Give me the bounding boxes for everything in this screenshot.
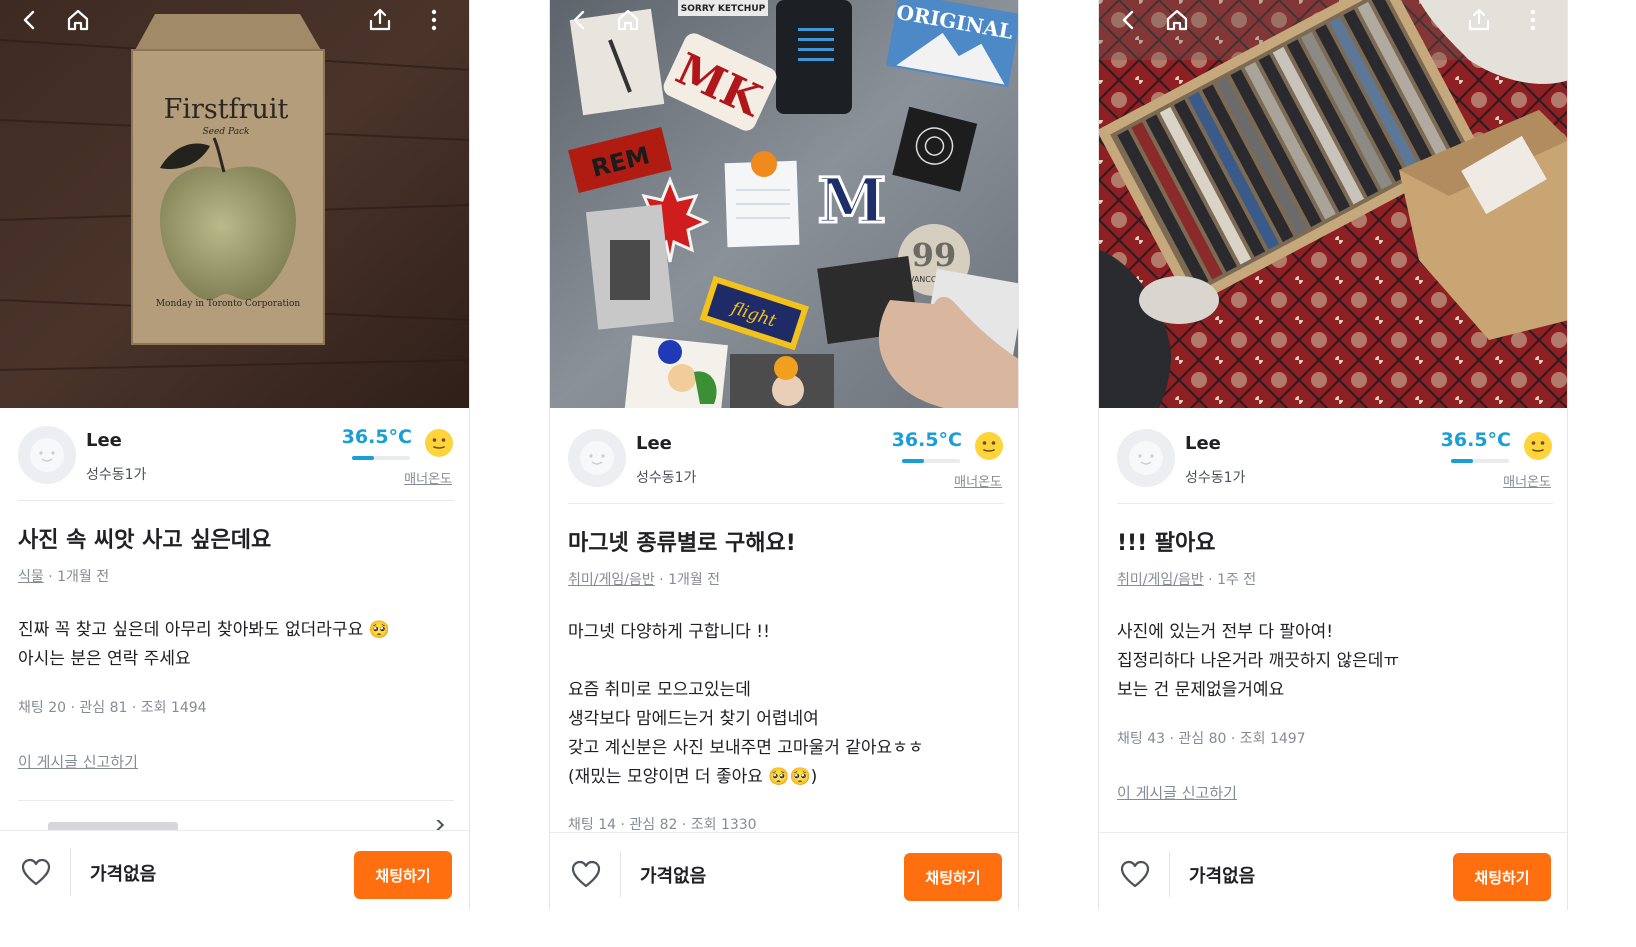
- bottom-action-bar: 가격없음 채팅하기: [0, 830, 469, 910]
- body-line: 집정리하다 나온거라 깨끗하지 않은데ㅠ: [1117, 651, 1400, 671]
- screen-3: Lee 성수동1가 36.5°C 매너온도 !!! 팔아요 취미/게임/음반 ·…: [1098, 0, 1568, 910]
- body-line: [568, 647, 923, 676]
- price-label: 가격없음: [640, 866, 707, 887]
- seller-profile[interactable]: Lee 성수동1가 36.5°C 매너온도: [568, 429, 1004, 499]
- manner-temperature-link[interactable]: 매너온도: [954, 471, 1002, 490]
- seller-profile[interactable]: Lee 성수동1가 36.5°C 매너온도: [18, 426, 454, 496]
- top-app-bar: [0, 0, 469, 40]
- seller-region: 성수동1가: [1185, 470, 1246, 486]
- manner-temperature-link[interactable]: 매너온도: [1503, 471, 1551, 490]
- post-time: · 1개월 전: [43, 569, 110, 585]
- temperature-bar: [1451, 459, 1509, 463]
- post-body: 마그넷 다양하게 구합니다 !! 요즘 취미로 모으고있는데 생각보다 맘에드는…: [568, 618, 923, 792]
- category-link[interactable]: 식물: [18, 569, 44, 585]
- back-arrow-icon[interactable]: [1113, 4, 1145, 36]
- body-line: 갖고 계신분은 사진 보내주면 고마울거 같아요ㅎㅎ: [568, 738, 924, 758]
- post-title: 사진 속 씨앗 사고 싶은데요: [18, 528, 272, 553]
- top-app-bar: [1099, 0, 1567, 40]
- report-link[interactable]: 이 게시글 신고하기: [18, 751, 138, 772]
- chat-button[interactable]: 채팅하기: [354, 851, 452, 899]
- back-arrow-icon[interactable]: [564, 4, 596, 36]
- next-section-peek: [18, 820, 454, 830]
- manner-temperature-link[interactable]: 매너온도: [404, 468, 452, 487]
- share-icon[interactable]: [1463, 4, 1495, 36]
- temperature-bar: [352, 456, 410, 460]
- seed-maker-text: Monday in Toronto Corporation: [156, 299, 301, 309]
- body-line: 진짜 꼭 찾고 싶은데 아무리 찾아봐도 없더라구요 🥺: [18, 620, 390, 640]
- smiley-face-icon: [425, 429, 453, 457]
- seller-region: 성수동1가: [86, 467, 147, 483]
- body-line: (재밌는 모양이면 더 좋아요 🥺🥺): [568, 767, 818, 787]
- post-stats: 채팅 14 · 관심 82 · 조회 1330: [568, 817, 757, 833]
- temperature-bar: [902, 459, 960, 463]
- price-label: 가격없음: [90, 864, 157, 885]
- seed-sub-text: Seed Pack: [203, 127, 250, 137]
- chat-button[interactable]: 채팅하기: [1453, 853, 1551, 901]
- screen-1: Firstfruit Seed Pack Monday in Toronto C…: [0, 0, 470, 910]
- screen-2: SORRY KETCHUP ORIGINAL MK REM M 99 VANCO…: [549, 0, 1019, 910]
- body-line: 요즘 취미로 모으고있는데: [568, 680, 751, 700]
- home-icon[interactable]: [612, 4, 644, 36]
- body-line: 보는 건 문제없을거예요: [1117, 680, 1285, 700]
- manner-temperature: 36.5°C: [891, 429, 962, 451]
- chat-button[interactable]: 채팅하기: [904, 853, 1002, 901]
- post-stats: 채팅 43 · 관심 80 · 조회 1497: [1117, 731, 1306, 747]
- avatar[interactable]: [568, 429, 626, 487]
- product-photo[interactable]: [1099, 0, 1567, 408]
- home-icon[interactable]: [62, 4, 94, 36]
- post-meta: 취미/게임/음반 · 1개월 전: [568, 569, 720, 589]
- divider: [18, 800, 454, 801]
- product-photo[interactable]: Firstfruit Seed Pack Monday in Toronto C…: [0, 0, 469, 408]
- body-line: 마그넷 다양하게 구합니다 !!: [568, 622, 770, 642]
- price-label: 가격없음: [1189, 866, 1256, 887]
- divider: [568, 503, 1004, 504]
- body-line: 사진에 있는거 전부 다 팔아여!: [1117, 622, 1334, 642]
- avatar[interactable]: [1117, 429, 1175, 487]
- magnet-99-text: 99: [912, 236, 957, 274]
- post-title: !!! 팔아요: [1117, 531, 1216, 556]
- share-icon[interactable]: [364, 4, 396, 36]
- more-vertical-icon[interactable]: [418, 4, 450, 36]
- home-icon[interactable]: [1161, 4, 1193, 36]
- smiley-face-icon: [1524, 432, 1552, 460]
- product-photo[interactable]: SORRY KETCHUP ORIGINAL MK REM M 99 VANCO…: [550, 0, 1018, 408]
- post-meta: 취미/게임/음반 · 1주 전: [1117, 569, 1256, 589]
- post-time: · 1주 전: [1203, 572, 1257, 588]
- body-line: 생각보다 맘에드는거 찾기 어렵네여: [568, 709, 819, 729]
- seller-name: Lee: [1185, 433, 1221, 454]
- post-body: 사진에 있는거 전부 다 팔아여! 집정리하다 나온거라 깨끗하지 않은데ㅠ 보…: [1117, 618, 1399, 705]
- bottom-action-bar: 가격없음 채팅하기: [1099, 832, 1567, 910]
- divider: [1169, 851, 1170, 897]
- bottom-action-bar: 가격없음 채팅하기: [550, 832, 1018, 910]
- heart-icon[interactable]: [570, 859, 602, 889]
- manner-temperature: 36.5°C: [1440, 429, 1511, 451]
- back-arrow-icon[interactable]: [14, 4, 46, 36]
- seed-brand-text: Firstfruit: [164, 94, 289, 125]
- top-app-bar: [550, 0, 1018, 40]
- report-link[interactable]: 이 게시글 신고하기: [1117, 782, 1237, 803]
- category-link[interactable]: 취미/게임/음반: [1117, 572, 1204, 588]
- post-time: · 1개월 전: [654, 572, 721, 588]
- post-stats: 채팅 20 · 관심 81 · 조회 1494: [18, 700, 207, 716]
- divider: [18, 500, 454, 501]
- smiley-face-icon: [975, 432, 1003, 460]
- manner-temperature: 36.5°C: [341, 426, 412, 448]
- divider: [70, 849, 71, 895]
- magnet-m-text: M: [818, 164, 887, 237]
- post-title: 마그넷 종류별로 구해요!: [568, 531, 796, 556]
- post-body: 진짜 꼭 찾고 싶은데 아무리 찾아봐도 없더라구요 🥺 아시는 분은 연락 주…: [18, 616, 390, 674]
- post-meta: 식물 · 1개월 전: [18, 566, 109, 586]
- heart-icon[interactable]: [20, 857, 52, 887]
- heart-icon[interactable]: [1119, 859, 1151, 889]
- more-vertical-icon[interactable]: [1517, 4, 1549, 36]
- seller-name: Lee: [86, 430, 122, 451]
- divider: [1117, 503, 1553, 504]
- avatar[interactable]: [18, 426, 76, 484]
- seller-name: Lee: [636, 433, 672, 454]
- seller-region: 성수동1가: [636, 470, 697, 486]
- body-line: 아시는 분은 연락 주세요: [18, 649, 191, 669]
- seller-profile[interactable]: Lee 성수동1가 36.5°C 매너온도: [1117, 429, 1553, 499]
- divider: [620, 851, 621, 897]
- category-link[interactable]: 취미/게임/음반: [568, 572, 655, 588]
